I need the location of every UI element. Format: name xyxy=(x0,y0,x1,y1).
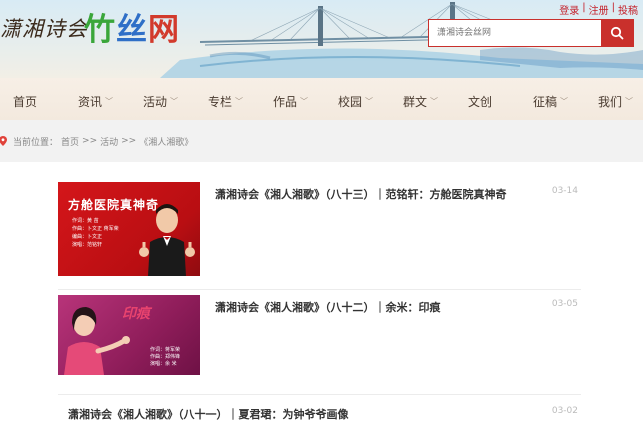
singer-figure-illustration xyxy=(64,307,130,375)
nav-label: 专栏 xyxy=(208,95,233,109)
submit-link[interactable]: 投稿 xyxy=(618,2,638,17)
thumbnail-credit: 作词：黄 苗 xyxy=(72,218,99,224)
nav-item-mass-culture[interactable]: 群文 ﹀ xyxy=(403,93,438,110)
nav-item-campus[interactable]: 校园 ﹀ xyxy=(338,93,373,110)
top-links: 登录 | 注册 | 投稿 xyxy=(559,2,638,17)
article-title[interactable]: 潇湘诗会《湘人湘歌》（八十三）｜范铭轩：方舱医院真神奇 xyxy=(215,186,507,202)
logo-char-1: 竹 xyxy=(84,12,116,48)
chevron-down-icon: ﹀ xyxy=(625,97,634,106)
search-input[interactable] xyxy=(429,20,601,46)
chevron-down-icon: ﹀ xyxy=(170,97,179,106)
logo-text-right[interactable]: 竹丝网 xyxy=(84,4,180,49)
chevron-down-icon: ﹀ xyxy=(235,97,244,106)
thumbnail-credit: 作曲：卜文正 蒋军荣 xyxy=(72,226,119,232)
breadcrumb-home[interactable]: 首页 xyxy=(61,135,79,148)
logo-char-2: 丝 xyxy=(116,12,148,48)
thumbnail-credit: 编曲：卜文正 xyxy=(72,234,103,240)
article-row[interactable]: 方舱医院真神奇 作词：黄 苗 作曲：卜文正 蒋军荣 编曲：卜文正 演唱：范铭轩 … xyxy=(58,182,581,290)
nav-item-works[interactable]: 作品 ﹀ xyxy=(273,93,308,110)
article-row[interactable]: 潇湘诗会《湘人湘歌》（八十一）｜夏君珺：为钟爷爷画像 03-02 xyxy=(58,402,581,432)
article-title[interactable]: 潇湘诗会《湘人湘歌》（八十一）｜夏君珺：为钟爷爷画像 xyxy=(68,406,349,422)
main-nav: 首页 资讯 ﹀ 活动 ﹀ 专栏 ﹀ 作品 ﹀ 校园 ﹀ 群文 ﹀ 文创 征稿 ﹀ 我们 ﹀ xyxy=(0,78,643,120)
article-title[interactable]: 潇湘诗会《湘人湘歌》（八十二）｜余米：印痕 xyxy=(215,299,441,315)
logo-text-left[interactable]: 潇湘诗会 xyxy=(0,13,88,43)
nav-label: 活动 xyxy=(143,95,168,109)
nav-label: 群文 xyxy=(403,95,428,109)
nav-item-about-us[interactable]: 我们 ﹀ xyxy=(598,93,633,110)
row-divider xyxy=(58,289,581,290)
thumbnail-credit: 演唱：余 米 xyxy=(150,361,177,367)
thumbnail-credit: 演唱：范铭轩 xyxy=(72,242,103,248)
chevron-down-icon: ﹀ xyxy=(365,97,374,106)
nav-item-creative[interactable]: 文创 xyxy=(468,93,492,110)
nav-item-activities[interactable]: 活动 ﹀ xyxy=(143,93,178,110)
breadcrumb: 当前位置： 首页 >> 活动 >> 《湘人湘歌》 xyxy=(0,120,643,162)
chevron-down-icon: ﹀ xyxy=(105,97,114,106)
row-divider xyxy=(58,394,581,395)
site-header: 潇湘诗会 竹丝网 登录 | 注册 | 投稿 xyxy=(0,0,643,78)
article-thumbnail[interactable]: 方舱医院真神奇 作词：黄 苗 作曲：卜文正 蒋军荣 编曲：卜文正 演唱：范铭轩 xyxy=(58,182,200,276)
separator: | xyxy=(611,2,615,13)
register-link[interactable]: 注册 xyxy=(589,2,609,17)
nav-label: 文创 xyxy=(468,95,493,109)
breadcrumb-activities[interactable]: 活动 xyxy=(100,135,118,148)
chevron-down-icon: ﹀ xyxy=(560,97,569,106)
breadcrumb-prefix: 当前位置： xyxy=(13,137,59,148)
search-box xyxy=(428,19,634,47)
nav-item-news[interactable]: 资讯 ﹀ xyxy=(78,93,113,110)
breadcrumb-separator: >> xyxy=(121,136,137,146)
nav-item-home[interactable]: 首页 xyxy=(13,93,37,110)
breadcrumb-separator: >> xyxy=(82,136,98,146)
nav-label: 资讯 xyxy=(78,95,103,109)
nav-label: 校园 xyxy=(338,95,363,109)
article-row[interactable]: 印痕 作词：蒋军荣 作曲：郑伟锋 演唱：余 米 潇湘诗会《湘人湘歌》（八十二）｜… xyxy=(58,295,581,395)
login-link[interactable]: 登录 xyxy=(559,2,579,17)
logo-char-3: 网 xyxy=(148,12,180,48)
nav-label: 作品 xyxy=(273,95,298,109)
nav-item-submissions[interactable]: 征稿 ﹀ xyxy=(533,93,568,110)
article-thumbnail[interactable]: 印痕 作词：蒋军荣 作曲：郑伟锋 演唱：余 米 xyxy=(58,295,200,375)
location-pin-icon xyxy=(0,136,7,146)
separator: | xyxy=(582,2,586,13)
search-icon xyxy=(610,26,624,40)
thumbnail-credit: 作词：蒋军荣 xyxy=(150,347,181,353)
article-date: 03-14 xyxy=(551,186,578,196)
breadcrumb-current[interactable]: 《湘人湘歌》 xyxy=(139,135,193,148)
article-date: 03-02 xyxy=(551,406,578,416)
thumbnail-credit: 作曲：郑伟锋 xyxy=(150,354,181,360)
singer-figure-illustration xyxy=(139,204,195,276)
chevron-down-icon: ﹀ xyxy=(430,97,439,106)
nav-label: 我们 xyxy=(598,95,623,109)
article-date: 03-05 xyxy=(551,299,578,309)
nav-label: 征稿 xyxy=(533,95,558,109)
search-button[interactable] xyxy=(601,20,633,46)
chevron-down-icon: ﹀ xyxy=(300,97,309,106)
nav-label: 首页 xyxy=(13,95,38,109)
nav-item-columns[interactable]: 专栏 ﹀ xyxy=(208,93,243,110)
